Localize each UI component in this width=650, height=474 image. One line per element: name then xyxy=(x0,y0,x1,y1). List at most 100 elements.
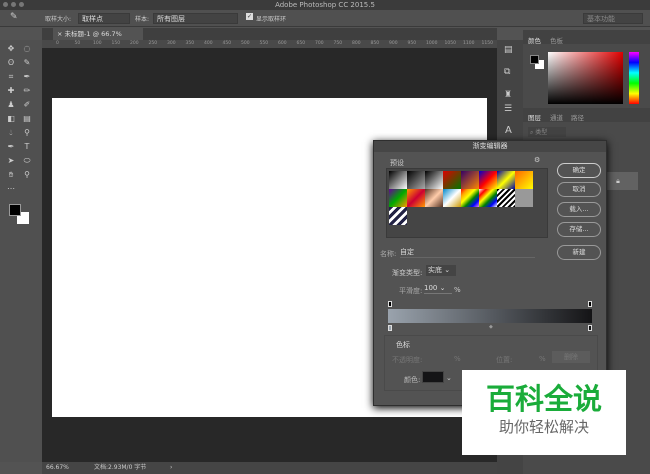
ruler-tick: 150 xyxy=(111,41,121,46)
stamp-icon[interactable]: ♟ xyxy=(4,99,18,110)
preset-swatch[interactable] xyxy=(389,189,407,207)
history-icon[interactable]: ▤ xyxy=(504,45,513,55)
gradient-icon[interactable]: ▤ xyxy=(20,113,34,124)
preset-swatch[interactable] xyxy=(515,171,533,189)
preset-swatch[interactable] xyxy=(461,189,479,207)
ruler-tick: 1150 xyxy=(481,41,493,46)
load-button[interactable]: 载入... xyxy=(557,202,601,217)
zoom-icon[interactable]: ⚲ xyxy=(20,169,34,180)
new-button[interactable]: 新建 xyxy=(557,245,601,260)
chevron-down-icon[interactable]: ⌄ xyxy=(446,374,452,382)
sample-select[interactable]: 所有图层 xyxy=(153,13,238,24)
properties-icon[interactable]: ⧉ xyxy=(504,67,510,77)
brush-icon[interactable]: ♜ xyxy=(504,90,512,100)
healing-icon[interactable]: ✚ xyxy=(4,85,18,96)
cancel-button[interactable]: 取消 xyxy=(557,182,601,197)
smoothness-input[interactable]: 100 ⌄ xyxy=(424,284,452,294)
foreground-color-swatch[interactable] xyxy=(9,204,21,216)
preset-swatch[interactable] xyxy=(389,171,407,189)
title-bar: Adobe Photoshop CC 2015.5 xyxy=(0,0,650,10)
dialog-title-bar[interactable]: 渐变编辑器 xyxy=(374,141,606,152)
preset-swatch[interactable] xyxy=(497,189,515,207)
color-field[interactable] xyxy=(548,52,623,104)
document-tab[interactable]: × 未标题-1 @ 66.7%(RGB/8*) xyxy=(53,28,143,50)
brush-icon[interactable]: ✏ xyxy=(20,85,34,96)
workspace-select[interactable]: 基本功能 xyxy=(583,13,643,24)
watermark: 百科全说 助你轻松解决 xyxy=(462,370,626,455)
opacity-stop-left[interactable] xyxy=(388,301,392,307)
location-percent: % xyxy=(539,355,546,363)
opacity-stop-right[interactable] xyxy=(588,301,592,307)
pen-icon[interactable]: ✒ xyxy=(4,141,18,152)
preset-swatch[interactable] xyxy=(479,171,497,189)
ruler-tick: 750 xyxy=(333,41,343,46)
close-window-button[interactable] xyxy=(3,2,8,7)
location-label: 位置: xyxy=(496,356,513,364)
ruler-tick: 500 xyxy=(241,41,250,46)
hand-icon[interactable]: ✋︎ xyxy=(4,169,18,180)
color-label: 颜色: xyxy=(404,376,421,384)
midpoint-diamond[interactable]: ◆ xyxy=(489,324,493,330)
ok-button[interactable]: 确定 xyxy=(557,163,601,178)
gradient-type-select[interactable]: 实底 ⌄ xyxy=(426,265,456,276)
preset-swatch[interactable] xyxy=(515,189,533,207)
type-icon[interactable]: T xyxy=(20,141,34,152)
name-input[interactable]: 自定 xyxy=(400,247,535,258)
tab-layers[interactable]: 图层 xyxy=(528,112,541,122)
quick-select-icon[interactable]: ✎ xyxy=(20,57,34,68)
tab-color[interactable]: 颜色 xyxy=(528,35,541,45)
marquee-icon[interactable]: ◌ xyxy=(20,43,34,54)
dodge-icon[interactable]: ⚲ xyxy=(20,127,34,138)
hue-slider[interactable] xyxy=(629,52,639,104)
adjust-icon[interactable]: ☰ xyxy=(504,104,512,114)
gradient-bar[interactable] xyxy=(388,309,592,323)
status-bar: 66.67% 文档:2.93M/0 字节 › xyxy=(42,462,497,474)
more-icon[interactable]: ⋯ xyxy=(4,183,18,194)
preset-swatch[interactable] xyxy=(389,207,407,225)
color-stop-left[interactable] xyxy=(388,325,392,331)
eyedropper-icon[interactable]: ✒ xyxy=(20,71,34,82)
ruler-tick: 1000 xyxy=(426,41,438,46)
preset-swatch[interactable] xyxy=(425,171,443,189)
preset-swatch[interactable] xyxy=(407,171,425,189)
layer-filter-select[interactable]: ⌕ 类型 xyxy=(528,127,566,137)
zoom-level[interactable]: 66.67% xyxy=(46,462,69,474)
save-button[interactable]: 存储... xyxy=(557,222,601,237)
tab-swatches[interactable]: 色板 xyxy=(550,35,563,45)
ruler-tick: 50 xyxy=(74,41,81,46)
lasso-icon[interactable]: ʘ xyxy=(4,57,18,68)
zoom-window-button[interactable] xyxy=(19,2,24,7)
presets-grid xyxy=(386,168,548,238)
percent-sign: % xyxy=(454,286,461,294)
preset-swatch[interactable] xyxy=(407,189,425,207)
shape-icon[interactable]: ⬭ xyxy=(20,155,34,166)
delete-button[interactable]: 删除 xyxy=(552,351,590,363)
path-select-icon[interactable]: ➤ xyxy=(4,155,18,166)
preset-swatch[interactable] xyxy=(497,171,515,189)
minimize-window-button[interactable] xyxy=(11,2,16,7)
ruler-tick: 550 xyxy=(259,41,269,46)
tab-paths[interactable]: 路径 xyxy=(571,112,584,122)
ruler-tick: 800 xyxy=(352,41,361,46)
character-icon[interactable]: A xyxy=(505,125,512,136)
history-brush-icon[interactable]: ✐ xyxy=(20,99,34,110)
color-stop-right[interactable] xyxy=(588,325,592,331)
preset-swatch[interactable] xyxy=(443,171,461,189)
preset-swatch[interactable] xyxy=(443,189,461,207)
ruler-tick: 700 xyxy=(315,41,324,46)
presets-gear-icon[interactable]: ⚙ xyxy=(534,156,540,164)
foreground-color[interactable] xyxy=(530,55,539,64)
sample-size-select[interactable]: 取样点 xyxy=(78,13,130,24)
eyedropper-icon[interactable]: ✎ xyxy=(10,12,18,22)
preset-swatch[interactable] xyxy=(425,189,443,207)
preset-swatch[interactable] xyxy=(479,189,497,207)
preset-swatch[interactable] xyxy=(461,171,479,189)
move-icon[interactable]: ✥ xyxy=(4,43,18,54)
stop-color-swatch[interactable] xyxy=(422,371,444,383)
eraser-icon[interactable]: ◧ xyxy=(4,113,18,124)
tab-channels[interactable]: 通道 xyxy=(550,112,563,122)
show-ring-checkbox[interactable]: ✓ xyxy=(246,13,253,20)
crop-icon[interactable]: ⌗ xyxy=(4,71,18,82)
blur-icon[interactable]: 💧︎ xyxy=(4,127,18,138)
status-arrow-icon[interactable]: › xyxy=(170,462,172,474)
